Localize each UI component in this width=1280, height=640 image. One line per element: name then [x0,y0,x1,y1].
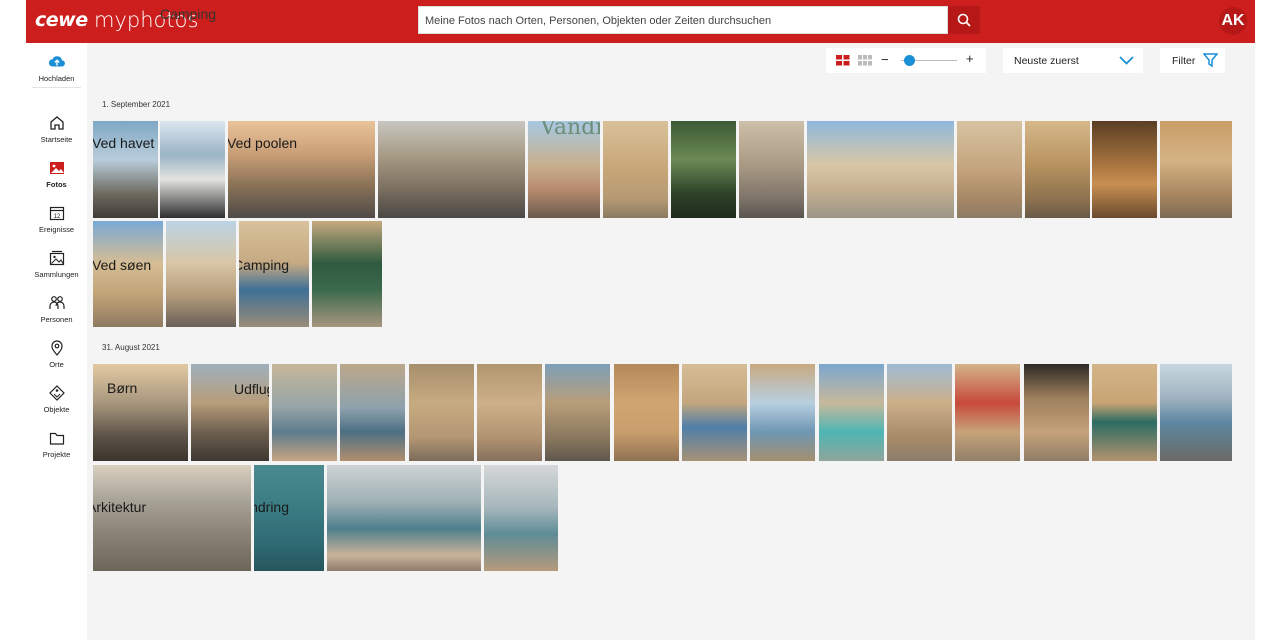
sidebar-item-personen[interactable]: Personen [26,294,87,324]
sidebar-item-label: Sammlungen [34,270,79,279]
sidebar-item-fotos[interactable]: Fotos [26,159,87,189]
photo-tag-label: Camping [239,257,290,273]
grid-large-icon[interactable] [836,55,850,66]
photo-tag-label: Ved søen [93,257,152,273]
folder-icon [49,432,64,445]
photo-thumbnail[interactable] [272,364,337,461]
sidebar-item-label: Ereignisse [38,225,75,234]
photo-tag-label: Ved havet [93,135,155,151]
app-window: cewe myphotos Camping Meine Fotos nach O… [26,0,1255,640]
brand-logo[interactable]: cewe [35,9,88,31]
photo-thumbnail[interactable]: Vandring [254,465,324,571]
photo-thumbnail[interactable] [614,364,679,461]
date-group-label: 1. September 2021 [102,100,171,109]
top-bar: cewe myphotos Camping Meine Fotos nach O… [26,0,1255,43]
photo-thumbnail[interactable] [682,364,747,461]
zoom-in-button[interactable]: + [966,51,974,66]
user-avatar[interactable]: AK [1219,7,1247,35]
photo-tag-label: Arkitektur [93,499,147,515]
svg-text:12: 12 [53,214,60,220]
sort-dropdown[interactable]: Neuste zuerst [1003,48,1143,73]
photo-thumbnail[interactable] [477,364,542,461]
photo-thumbnail[interactable] [819,364,884,461]
search-icon [957,13,971,27]
filter-label: Filter [1172,55,1196,67]
sidebar-item-label: Personen [40,315,73,324]
date-group-label: 31. August 2021 [102,343,160,352]
photo-thumbnail[interactable] [1024,364,1089,461]
sidebar-item-ereignisse[interactable]: 12 Ereignisse [26,204,87,234]
photo-thumbnail[interactable] [739,121,804,218]
photo-thumbnail[interactable] [671,121,736,218]
photo-thumbnail[interactable] [327,465,481,571]
grid-small-icon[interactable] [858,55,872,66]
photo-thumbnail[interactable] [340,364,405,461]
upload-label: Hochladen [38,74,75,83]
sidebar-item-startseite[interactable]: Startseite [26,114,87,144]
upload-button[interactable]: Hochladen [26,53,87,83]
photo-tag-label: Børn [107,380,138,396]
photo-thumbnail[interactable] [484,465,558,571]
photo-thumbnail[interactable]: Ved havet [93,121,158,218]
sort-label: Neuste zuerst [1014,55,1079,67]
photo-thumbnail[interactable] [807,121,954,218]
photo-thumbnail[interactable] [312,221,382,327]
cloud-upload-icon [48,56,65,67]
photo-thumbnail[interactable] [409,364,474,461]
tag-icon [48,385,65,401]
home-icon [49,116,64,130]
photo-thumbnail[interactable] [166,221,236,327]
chevron-down-icon [1119,56,1134,65]
sidebar-item-label: Projekte [42,450,71,459]
photo-thumbnail[interactable] [1160,121,1232,218]
photo-thumbnail[interactable] [160,121,225,218]
photo-thumbnail[interactable]: Arkitektur [93,465,251,571]
photo-thumbnail[interactable] [1092,121,1157,218]
photos-icon [49,162,64,174]
photo-thumbnail[interactable] [887,364,952,461]
sidebar-item-orte[interactable]: Orte [26,339,87,369]
people-icon [48,296,65,309]
photo-thumbnail[interactable] [1025,121,1090,218]
location-icon [50,340,63,356]
sidebar-divider [32,87,81,88]
photo-tag-label: Ved poolen [228,135,298,151]
zoom-slider-thumb[interactable] [903,55,915,66]
photo-tag-label: Vandreture [540,121,600,140]
photo-thumbnail[interactable] [955,364,1020,461]
photo-thumbnail[interactable] [957,121,1022,218]
sidebar-item-label: Orte [49,360,64,369]
sidebar-item-sammlungen[interactable]: Sammlungen [26,249,87,279]
zoom-slider[interactable] [901,55,957,66]
photo-thumbnail[interactable] [1092,364,1157,461]
sidebar-item-label: Fotos [46,180,67,189]
photo-thumbnail[interactable]: Udflugter [191,364,269,461]
photo-thumbnail[interactable] [1160,364,1232,461]
photo-thumbnail[interactable] [378,121,525,218]
photo-thumbnail[interactable]: Vandreture [528,121,600,218]
overlay-label: Camping [160,6,217,22]
photo-thumbnail[interactable]: Camping [239,221,309,327]
search-button[interactable] [948,6,980,34]
zoom-out-button[interactable]: − [881,52,889,67]
sidebar-item-label: Objekte [43,405,70,414]
filter-icon [1203,53,1218,68]
photo-thumbnail[interactable]: Ved poolen [228,121,375,218]
sidebar-item-objekte[interactable]: Objekte [26,384,87,414]
collections-icon [49,250,64,266]
photo-thumbnail[interactable] [603,121,668,218]
calendar-icon: 12 [49,206,64,221]
sidebar-item-label: Startseite [40,135,73,144]
photo-tag-label: Udflugter [234,381,269,397]
filter-button[interactable]: Filter [1160,48,1225,73]
photo-thumbnail[interactable]: Ved søen [93,221,163,327]
photo-thumbnail[interactable]: Børn [93,364,188,461]
photo-tag-label: Vandring [254,499,290,515]
photo-thumbnail[interactable] [750,364,815,461]
photo-thumbnail[interactable] [545,364,610,461]
sidebar: Hochladen Startseite Fotos 12 Ereignisse… [26,43,87,640]
sidebar-item-projekte[interactable]: Projekte [26,429,87,459]
view-toolbar: − + [826,48,986,73]
search-input[interactable]: Meine Fotos nach Orten, Personen, Objekt… [418,6,948,34]
